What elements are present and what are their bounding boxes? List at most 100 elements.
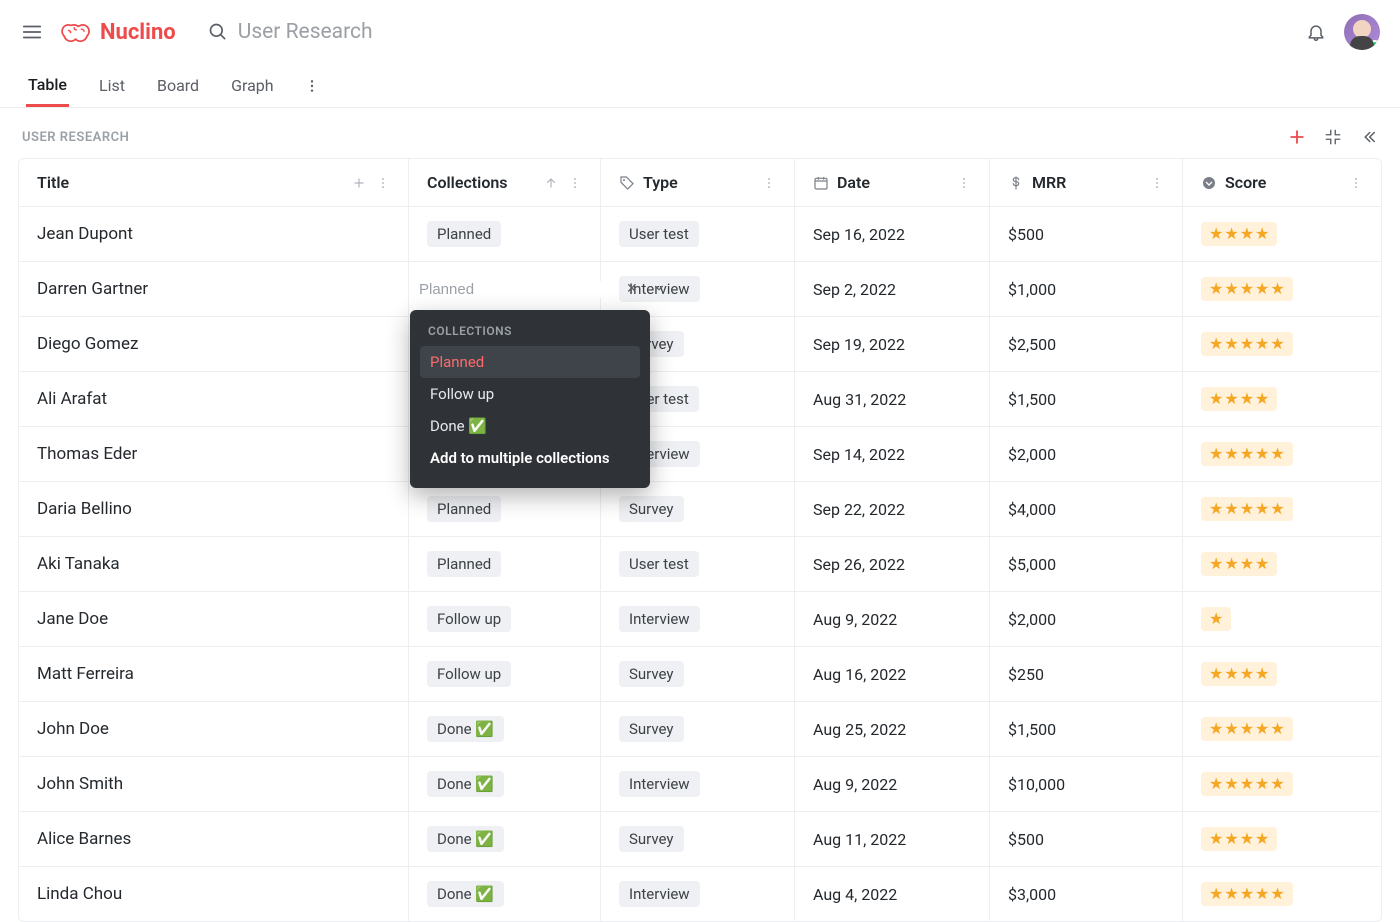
cell-type[interactable]: Survey — [601, 702, 795, 756]
cell-title[interactable]: Thomas Eder — [19, 427, 409, 481]
cell-collections[interactable]: Done ✅ — [409, 702, 601, 756]
cell-title[interactable]: Jean Dupont — [19, 207, 409, 261]
cell-score[interactable]: ★★★★★ — [1183, 482, 1381, 536]
cell-date[interactable]: Aug 4, 2022 — [795, 867, 990, 921]
cell-type[interactable]: Survey — [601, 812, 795, 866]
cell-title[interactable]: Matt Ferreira — [19, 647, 409, 701]
cell-mrr[interactable]: $500 — [990, 207, 1183, 261]
cell-mrr[interactable]: $3,000 — [990, 867, 1183, 921]
column-header-type[interactable]: Type — [601, 159, 795, 206]
dropdown-option-followup[interactable]: Follow up — [420, 378, 640, 410]
more-views-icon[interactable] — [304, 78, 320, 94]
table-row[interactable]: Jean DupontPlannedUser testSep 16, 2022$… — [19, 207, 1381, 262]
table-row[interactable]: Matt FerreiraFollow upSurveyAug 16, 2022… — [19, 647, 1381, 702]
cell-title[interactable]: Aki Tanaka — [19, 537, 409, 591]
cell-mrr[interactable]: $5,000 — [990, 537, 1183, 591]
table-row[interactable]: Jane DoeFollow upInterviewAug 9, 2022$2,… — [19, 592, 1381, 647]
add-item-button[interactable] — [1286, 126, 1308, 148]
table-row[interactable]: John DoeDone ✅SurveyAug 25, 2022$1,500★★… — [19, 702, 1381, 757]
cell-date[interactable]: Aug 11, 2022 — [795, 812, 990, 866]
cell-collections[interactable]: Planned — [409, 482, 601, 536]
cell-collections[interactable]: Follow up — [409, 592, 601, 646]
table-row[interactable]: Ali ArafatPlannedUser testAug 31, 2022$1… — [19, 372, 1381, 427]
cell-mrr[interactable]: $4,000 — [990, 482, 1183, 536]
column-header-title[interactable]: Title — [19, 159, 409, 206]
cell-title[interactable]: Linda Chou — [19, 867, 409, 921]
cell-collections[interactable]: ✕ — [409, 262, 601, 316]
cell-type[interactable]: Interview — [601, 867, 795, 921]
cell-score[interactable]: ★★★★★ — [1183, 702, 1381, 756]
column-menu-icon[interactable] — [1349, 176, 1363, 190]
table-row[interactable]: Thomas EderPlannedInterviewSep 14, 2022$… — [19, 427, 1381, 482]
cell-score[interactable]: ★★★★ — [1183, 537, 1381, 591]
cell-mrr[interactable]: $1,000 — [990, 262, 1183, 316]
cell-mrr[interactable]: $500 — [990, 812, 1183, 866]
cell-mrr[interactable]: $2,000 — [990, 427, 1183, 481]
table-row[interactable]: Daria BellinoPlannedSurveySep 22, 2022$4… — [19, 482, 1381, 537]
column-header-collections[interactable]: Collections — [409, 159, 601, 206]
cell-date[interactable]: Aug 31, 2022 — [795, 372, 990, 426]
dropdown-option-done[interactable]: Done ✅ — [420, 410, 640, 442]
cell-type[interactable]: Survey — [601, 647, 795, 701]
cell-title[interactable]: Diego Gomez — [19, 317, 409, 371]
cell-date[interactable]: Sep 26, 2022 — [795, 537, 990, 591]
sort-asc-icon[interactable] — [544, 176, 558, 190]
cell-mrr[interactable]: $2,000 — [990, 592, 1183, 646]
cell-collections[interactable]: Follow up — [409, 647, 601, 701]
cell-title[interactable]: Alice Barnes — [19, 812, 409, 866]
cell-title[interactable]: John Smith — [19, 757, 409, 811]
cell-score[interactable]: ★★★★★ — [1183, 757, 1381, 811]
cell-date[interactable]: Sep 19, 2022 — [795, 317, 990, 371]
column-header-date[interactable]: Date — [795, 159, 990, 206]
column-menu-icon[interactable] — [957, 176, 971, 190]
table-row[interactable]: Alice BarnesDone ✅SurveyAug 11, 2022$500… — [19, 812, 1381, 867]
cell-score[interactable]: ★★★★★ — [1183, 262, 1381, 316]
cell-date[interactable]: Sep 22, 2022 — [795, 482, 990, 536]
table-row[interactable]: Diego GomezPlannedSurveySep 19, 2022$2,5… — [19, 317, 1381, 372]
cell-date[interactable]: Sep 14, 2022 — [795, 427, 990, 481]
tab-table[interactable]: Table — [26, 65, 69, 107]
cell-type[interactable]: Interview — [601, 757, 795, 811]
cell-title[interactable]: Darren Gartner — [19, 262, 409, 316]
tab-graph[interactable]: Graph — [229, 66, 276, 105]
cell-score[interactable]: ★★★★★ — [1183, 427, 1381, 481]
tab-board[interactable]: Board — [155, 66, 201, 105]
table-row[interactable]: Linda ChouDone ✅InterviewAug 4, 2022$3,0… — [19, 867, 1381, 921]
cell-title[interactable]: John Doe — [19, 702, 409, 756]
cell-mrr[interactable]: $10,000 — [990, 757, 1183, 811]
table-row[interactable]: John SmithDone ✅InterviewAug 9, 2022$10,… — [19, 757, 1381, 812]
cell-score[interactable]: ★★★★ — [1183, 812, 1381, 866]
cell-score[interactable]: ★★★★ — [1183, 647, 1381, 701]
cell-date[interactable]: Aug 9, 2022 — [795, 757, 990, 811]
search-field[interactable]: User Research — [208, 20, 740, 44]
cell-collections[interactable]: Planned — [409, 537, 601, 591]
clear-icon[interactable]: ✕ — [626, 281, 638, 297]
cell-score[interactable]: ★★★★ — [1183, 372, 1381, 426]
table-row[interactable]: Darren Gartner ✕ InterviewSep 2, 2022$1,… — [19, 262, 1381, 317]
dropdown-option-planned[interactable]: Planned — [420, 346, 640, 378]
column-menu-icon[interactable] — [762, 176, 776, 190]
table-row[interactable]: Aki TanakaPlannedUser testSep 26, 2022$5… — [19, 537, 1381, 592]
cell-collections[interactable]: Done ✅ — [409, 757, 601, 811]
cell-date[interactable]: Sep 2, 2022 — [795, 262, 990, 316]
cell-date[interactable]: Aug 16, 2022 — [795, 647, 990, 701]
dropdown-multi-action[interactable]: Add to multiple collections — [420, 442, 640, 474]
chevron-down-icon[interactable] — [652, 281, 666, 297]
cell-score[interactable]: ★★★★★ — [1183, 867, 1381, 921]
hamburger-menu-icon[interactable] — [20, 20, 44, 44]
cell-mrr[interactable]: $250 — [990, 647, 1183, 701]
cell-mrr[interactable]: $2,500 — [990, 317, 1183, 371]
column-header-score[interactable]: Score — [1183, 159, 1381, 206]
collapse-sidebar-icon[interactable] — [1358, 126, 1380, 148]
add-column-icon[interactable] — [352, 176, 366, 190]
cell-type[interactable]: Survey — [601, 482, 795, 536]
cell-title[interactable]: Daria Bellino — [19, 482, 409, 536]
cell-type[interactable]: User test — [601, 537, 795, 591]
user-avatar[interactable] — [1344, 14, 1380, 50]
notifications-icon[interactable] — [1304, 20, 1328, 44]
cell-title[interactable]: Jane Doe — [19, 592, 409, 646]
column-menu-icon[interactable] — [1150, 176, 1164, 190]
cell-score[interactable]: ★ — [1183, 592, 1381, 646]
cell-collections[interactable]: Done ✅ — [409, 812, 601, 866]
cell-score[interactable]: ★★★★ — [1183, 207, 1381, 261]
